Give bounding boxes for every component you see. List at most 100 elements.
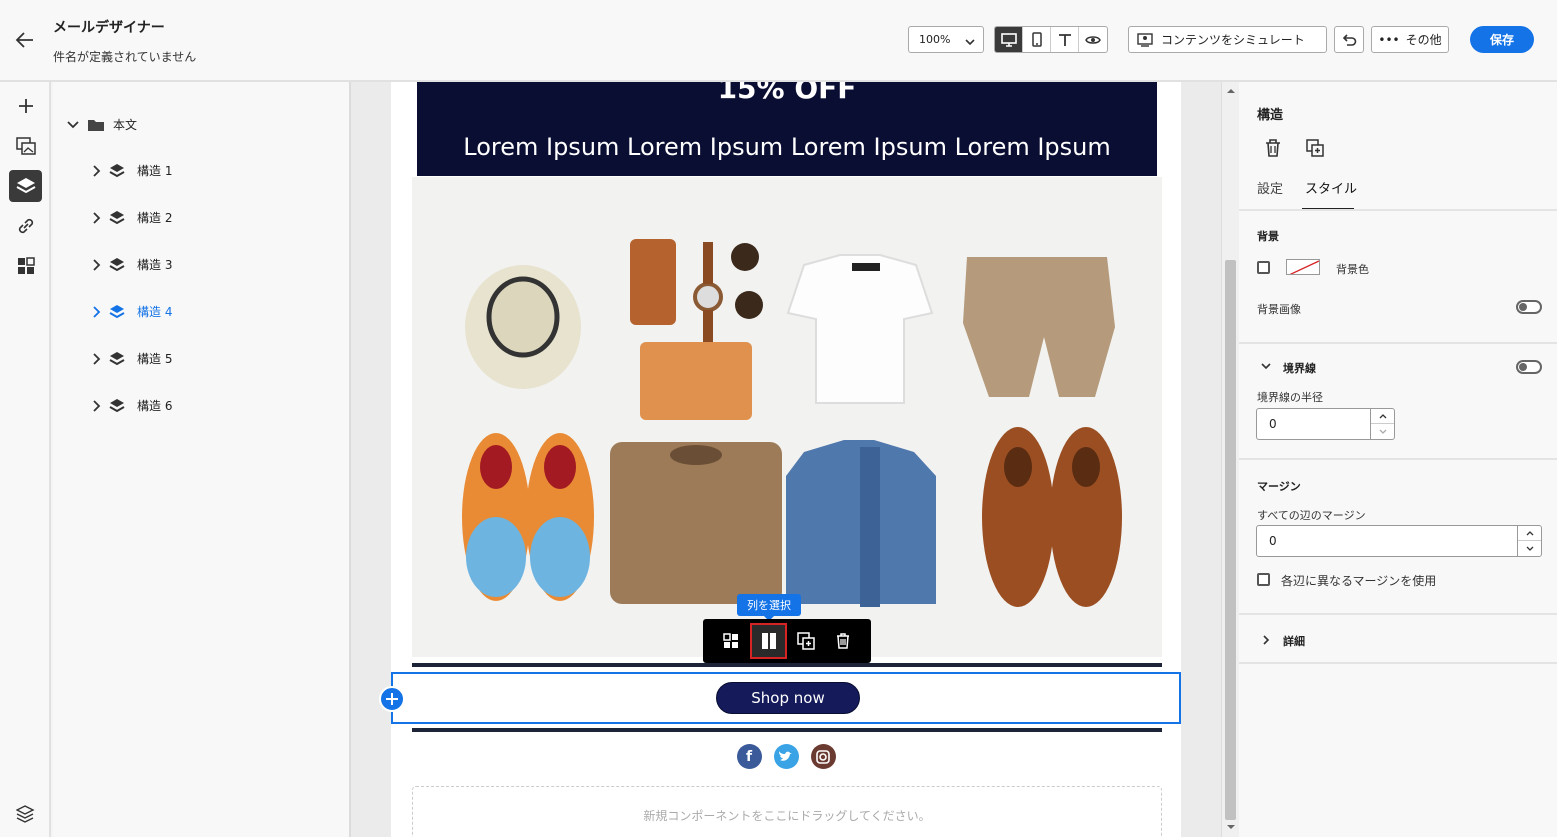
preview-button[interactable] bbox=[1079, 27, 1107, 52]
delete-button[interactable] bbox=[824, 623, 861, 659]
tree-item-structure[interactable]: 構造 4 bbox=[93, 303, 172, 320]
chevron-right-icon[interactable] bbox=[93, 258, 101, 271]
canvas-scrollbar[interactable] bbox=[1221, 82, 1239, 837]
top-bar: メールデザイナー 件名が定義されていません 100% コンテンツをシミュレート … bbox=[0, 0, 1557, 82]
border-toggle[interactable] bbox=[1516, 360, 1542, 374]
chevron-right-icon[interactable] bbox=[93, 352, 101, 365]
columns-icon bbox=[761, 633, 776, 649]
text-view-button[interactable] bbox=[1051, 27, 1079, 52]
details-heading: 詳細 bbox=[1283, 635, 1305, 648]
facebook-icon[interactable]: f bbox=[736, 744, 762, 769]
background-color-swatch[interactable] bbox=[1286, 259, 1320, 275]
tree-item-structure[interactable]: 構造 3 bbox=[93, 256, 172, 273]
panel-title: 構造 bbox=[1257, 108, 1284, 123]
layers-icon bbox=[16, 178, 35, 194]
margin-stepper[interactable] bbox=[1517, 526, 1541, 556]
grid-icon bbox=[17, 257, 35, 274]
layers-icon bbox=[109, 398, 125, 412]
zoom-value: 100% bbox=[919, 33, 951, 46]
fragments-button[interactable] bbox=[9, 250, 42, 282]
fashion-flatlay-image[interactable] bbox=[412, 177, 1162, 657]
tree-item-structure[interactable]: 構造 5 bbox=[93, 350, 172, 367]
mobile-view-button[interactable] bbox=[1023, 27, 1051, 52]
selected-structure-row[interactable]: Shop now bbox=[379, 672, 1181, 724]
tree-item-structure[interactable]: 構造 6 bbox=[93, 397, 172, 414]
tree-item-label: 構造 6 bbox=[137, 399, 173, 413]
link-icon bbox=[18, 218, 33, 234]
layer-tree: 本文 構造 1 構造 2 構造 3 構造 4 構造 5 構造 6 bbox=[53, 82, 351, 837]
chevron-down-icon[interactable] bbox=[1261, 363, 1271, 370]
more-button[interactable]: ••• その他 bbox=[1371, 26, 1449, 53]
scroll-up-icon[interactable] bbox=[1222, 86, 1240, 96]
divider bbox=[1239, 662, 1557, 664]
twitter-icon[interactable] bbox=[773, 744, 799, 769]
more-label: その他 bbox=[1405, 33, 1442, 47]
chevron-right-icon[interactable] bbox=[93, 399, 101, 412]
tree-item-structure[interactable]: 構造 1 bbox=[93, 162, 172, 179]
layers-settings-button[interactable] bbox=[9, 798, 42, 830]
undo-button[interactable] bbox=[1334, 26, 1364, 53]
layers-icon bbox=[109, 257, 125, 271]
trash-icon[interactable] bbox=[1265, 139, 1281, 157]
margin-heading: マージン bbox=[1257, 480, 1301, 493]
tree-item-label: 構造 3 bbox=[137, 258, 173, 272]
chevron-right-icon[interactable] bbox=[93, 305, 101, 318]
tab-settings[interactable]: 設定 bbox=[1257, 178, 1283, 197]
layers-icon bbox=[109, 210, 125, 224]
tree-root-body[interactable]: 本文 bbox=[67, 116, 137, 133]
border-radius-label: 境界線の半径 bbox=[1257, 391, 1323, 404]
border-radius-input[interactable]: 0 bbox=[1256, 408, 1395, 440]
margin-all-input[interactable]: 0 bbox=[1256, 525, 1542, 557]
divider bbox=[1239, 458, 1557, 460]
background-image-toggle[interactable] bbox=[1516, 300, 1542, 314]
zoom-select[interactable]: 100% bbox=[908, 26, 984, 53]
left-rail bbox=[0, 82, 51, 837]
assets-button[interactable] bbox=[9, 130, 42, 162]
chevron-right-icon[interactable] bbox=[93, 211, 101, 224]
layers-button[interactable] bbox=[9, 170, 42, 202]
desktop-view-button[interactable] bbox=[995, 27, 1023, 52]
instagram-icon[interactable] bbox=[810, 744, 836, 769]
tab-style[interactable]: スタイル bbox=[1305, 178, 1357, 197]
step-down-icon[interactable] bbox=[1518, 541, 1541, 556]
plus-icon bbox=[18, 99, 33, 113]
simulate-content-button[interactable]: コンテンツをシミュレート bbox=[1128, 26, 1327, 53]
margin-per-side-label: 各辺に異なるマージンを使用 bbox=[1281, 574, 1437, 588]
step-up-icon[interactable] bbox=[1371, 409, 1394, 424]
hero-banner[interactable]: 15% OFF Lorem Ipsum Lorem Ipsum Lorem Ip… bbox=[417, 82, 1157, 176]
move-handle-icon[interactable] bbox=[379, 686, 405, 712]
duplicate-icon[interactable] bbox=[1306, 139, 1324, 157]
step-down-icon[interactable] bbox=[1371, 424, 1394, 439]
chevron-right-icon[interactable] bbox=[1263, 635, 1270, 645]
add-component-button[interactable] bbox=[9, 90, 42, 122]
layers-icon bbox=[109, 304, 125, 318]
links-button[interactable] bbox=[9, 210, 42, 242]
back-arrow-icon[interactable] bbox=[14, 29, 36, 51]
background-heading: 背景 bbox=[1257, 230, 1279, 243]
scroll-down-icon[interactable] bbox=[1222, 822, 1240, 832]
layers-settings-icon bbox=[15, 805, 35, 823]
simulate-label: コンテンツをシミュレート bbox=[1161, 33, 1305, 47]
undo-icon bbox=[1342, 33, 1357, 46]
simulate-icon bbox=[1137, 32, 1153, 47]
divider-bottom bbox=[412, 728, 1162, 732]
shop-now-button[interactable]: Shop now bbox=[716, 682, 860, 714]
margin-per-side-checkbox[interactable] bbox=[1257, 573, 1270, 586]
select-column-button[interactable] bbox=[749, 623, 788, 659]
tree-item-structure[interactable]: 構造 2 bbox=[93, 209, 172, 226]
scrollbar-thumb[interactable] bbox=[1225, 260, 1236, 820]
chevron-right-icon[interactable] bbox=[93, 164, 101, 177]
divider bbox=[1239, 342, 1557, 344]
duplicate-button[interactable] bbox=[787, 623, 824, 659]
panel-tabs: 設定 スタイル bbox=[1257, 178, 1357, 197]
border-radius-stepper[interactable] bbox=[1370, 409, 1394, 439]
background-color-checkbox[interactable] bbox=[1257, 261, 1270, 274]
step-up-icon[interactable] bbox=[1518, 526, 1541, 541]
margin-all-label: すべての辺のマージン bbox=[1257, 509, 1366, 522]
dropzone[interactable]: 新規コンポーネントをここにドラッグしてください。 bbox=[412, 786, 1162, 837]
desktop-icon bbox=[1000, 32, 1017, 47]
select-parent-button[interactable] bbox=[713, 623, 750, 659]
save-button[interactable]: 保存 bbox=[1470, 26, 1534, 53]
eye-icon bbox=[1085, 35, 1101, 44]
properties-panel: 構造 設定 スタイル 背景 背景色 背景画像 境界線 境界線の半径 0 マージン… bbox=[1239, 82, 1557, 837]
